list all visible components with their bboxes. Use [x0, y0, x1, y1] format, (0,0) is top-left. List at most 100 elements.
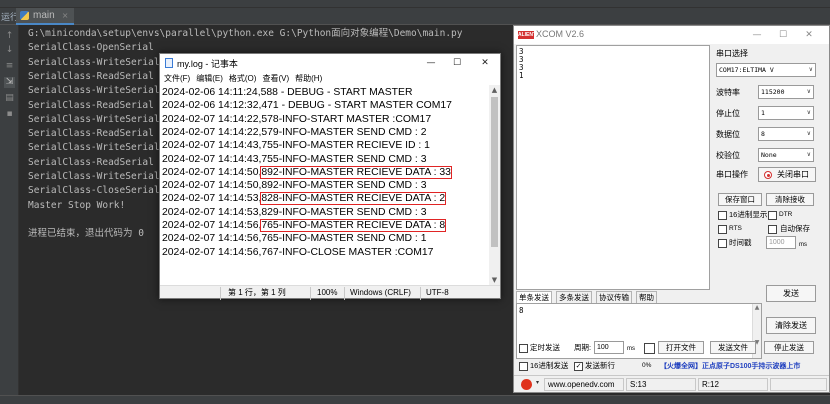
log-line: 2024-02-06 14:12:32,471 - DEBUG - START … — [162, 99, 452, 112]
cursor-position: 第 1 行，第 1 列 — [228, 288, 286, 297]
scroll-down-icon[interactable]: ▼ — [489, 275, 500, 285]
console-line: SerialClass-ReadSerial — [28, 70, 154, 82]
timestamp-checkbox[interactable] — [718, 239, 727, 248]
close-button[interactable]: ✕ — [474, 54, 496, 72]
console-line: SerialClass-WriteSerial — [28, 56, 160, 68]
notepad-vertical-scrollbar[interactable]: ▲ ▼ — [489, 85, 500, 285]
baud-rate-select[interactable]: 115200 ∨ — [758, 85, 814, 99]
promo-link[interactable]: 【火爆全网】正点原子DS100手持示波器上市 — [660, 361, 800, 371]
send-newline-checkbox[interactable]: ✓ — [574, 362, 583, 371]
sent-count: S:13 — [626, 378, 696, 391]
menu-view[interactable]: 查看(V) — [262, 72, 289, 85]
scroll-to-end-icon[interactable]: ⇲ — [4, 77, 15, 88]
log-line-text: 2024-02-07 14:14:22,579-INFO-MASTER SEND… — [162, 126, 427, 138]
arrow-down-icon[interactable]: ↓ — [4, 45, 15, 56]
menu-edit[interactable]: 编辑(E) — [196, 72, 223, 85]
save-window-button[interactable]: 保存窗口 — [718, 193, 762, 206]
notepad-title-bar[interactable]: my.log - 记事本 — ☐ ✕ — [160, 54, 500, 72]
receive-area[interactable]: 3331 — [516, 45, 710, 290]
timed-send-checkbox[interactable] — [519, 344, 528, 353]
trash-icon[interactable]: ▪ — [4, 109, 15, 120]
open-file-button[interactable]: 打开文件 — [658, 341, 704, 354]
notepad-text-area[interactable]: 2024-02-06 14:11:24,588 - DEBUG - START … — [160, 85, 489, 285]
encoding: UTF-8 — [426, 288, 449, 297]
run-tab-main[interactable]: main × — [16, 8, 75, 25]
chevron-down-icon[interactable]: ▾ — [536, 379, 539, 386]
port-select[interactable]: COM17:ELTIMA V ∨ — [716, 63, 816, 77]
log-line-text: 2024-02-06 14:11:24,588 - DEBUG - START … — [162, 87, 413, 98]
serial-op-label: 串口操作 — [716, 170, 748, 179]
hex-display-checkbox[interactable] — [718, 211, 727, 220]
console-line: Master Stop Work! — [28, 199, 126, 211]
log-line: 2024-02-07 14:14:43,755-INFO-MASTER RECI… — [162, 139, 430, 152]
console-line: SerialClass-ReadSerial — [28, 156, 154, 168]
arrow-up-icon[interactable]: ↑ — [4, 31, 15, 42]
send-button[interactable]: 发送 — [766, 285, 816, 302]
console-line: SerialClass-ReadSerial — [28, 128, 154, 140]
xcom-title-bar[interactable]: ALIENTEK XCOM V2.6 — ☐ ✕ — [514, 26, 829, 44]
blank-checkbox[interactable] — [644, 343, 655, 354]
chevron-down-icon: ∨ — [808, 66, 813, 73]
hex-send-checkbox[interactable] — [519, 362, 528, 371]
tab-help[interactable]: 帮助 — [636, 291, 657, 303]
tab-multi-send[interactable]: 多条发送 — [556, 291, 592, 303]
highlighted-receive-data: 765-INFO-MASTER RECIEVE DATA : 8 — [260, 219, 447, 232]
minimize-button[interactable]: — — [746, 26, 768, 44]
maximize-button[interactable]: ☐ — [446, 54, 468, 72]
website-link[interactable]: www.openedv.com — [544, 378, 624, 391]
console-line: SerialClass-WriteSerial — [28, 113, 160, 125]
scroll-up-icon[interactable]: ▲ — [489, 85, 500, 95]
wrap-icon[interactable]: ≡ — [4, 61, 15, 72]
port-status-icon — [764, 171, 772, 179]
print-icon[interactable]: ▤ — [4, 93, 15, 104]
status-divider — [310, 287, 311, 300]
timestamp-ms-input[interactable]: 1000 — [766, 236, 796, 249]
parity-label: 校验位 — [716, 151, 740, 160]
log-line-text: 2024-02-07 14:14:43,755-INFO-MASTER RECI… — [162, 140, 430, 152]
close-button[interactable]: ✕ — [798, 26, 820, 44]
scroll-thumb[interactable] — [491, 97, 498, 247]
data-bits-select[interactable]: 8 ∨ — [758, 127, 814, 141]
log-line: 2024-02-07 14:14:43,755-INFO-MASTER SEND… — [162, 153, 427, 166]
log-line: 2024-02-07 14:14:53,828-INFO-MASTER RECI… — [162, 192, 447, 206]
log-line: 2024-02-07 14:14:53,829-INFO-MASTER SEND… — [162, 206, 427, 219]
parity-select[interactable]: None ∨ — [758, 148, 814, 162]
close-port-button[interactable]: 关闭串口 — [758, 167, 816, 182]
stop-send-button[interactable]: 停止发送 — [764, 341, 814, 354]
status-extra-cell — [770, 378, 827, 391]
maximize-button[interactable]: ☐ — [772, 26, 794, 44]
close-icon[interactable]: × — [62, 11, 69, 20]
dtr-checkbox[interactable] — [768, 211, 777, 220]
rts-checkbox[interactable] — [718, 225, 727, 234]
clear-send-button[interactable]: 清除发送 — [766, 317, 816, 334]
log-line: 2024-02-07 14:14:56,767-INFO-CLOSE MASTE… — [162, 246, 433, 259]
clear-receive-button[interactable]: 清除接收 — [766, 193, 814, 206]
tab-single-send[interactable]: 单条发送 — [516, 291, 552, 303]
menu-format[interactable]: 格式(O) — [229, 72, 257, 85]
log-line-text: 2024-02-07 14:14:56,765-INFO-MASTER SEND… — [162, 233, 427, 245]
menu-file[interactable]: 文件(F) — [164, 72, 190, 85]
send-file-button[interactable]: 发送文件 — [710, 341, 756, 354]
log-line-text: 2024-02-07 14:14:43,755-INFO-MASTER SEND… — [162, 153, 427, 165]
status-divider — [220, 287, 221, 300]
minimize-button[interactable]: — — [420, 54, 442, 72]
period-input[interactable]: 100 — [594, 341, 624, 354]
gear-icon[interactable] — [521, 379, 532, 390]
console-line: SerialClass-ReadSerial — [28, 99, 154, 111]
status-divider — [420, 287, 421, 300]
chevron-down-icon: ∨ — [806, 151, 811, 158]
stop-bits-select[interactable]: 1 ∨ — [758, 106, 814, 120]
log-line-text: 2024-02-07 14:14:53,829-INFO-MASTER SEND… — [162, 206, 427, 218]
log-line-text: 2024-02-07 14:14:50, — [162, 166, 262, 178]
dtr-label: DTR — [779, 211, 793, 218]
ide-status-bar — [0, 395, 830, 404]
chevron-down-icon: ∨ — [806, 88, 811, 95]
tab-protocol[interactable]: 协议传输 — [596, 291, 632, 303]
status-divider — [344, 287, 345, 300]
log-line-text: 2024-02-06 14:12:32,471 - DEBUG - START … — [162, 100, 452, 112]
log-line-text: 2024-02-07 14:14:56,767-INFO-CLOSE MASTE… — [162, 246, 434, 258]
period-ms-unit: ms — [627, 346, 635, 352]
auto-save-checkbox[interactable] — [768, 225, 777, 234]
menu-help[interactable]: 帮助(H) — [295, 72, 322, 85]
progress-percent: 0% — [642, 362, 652, 369]
